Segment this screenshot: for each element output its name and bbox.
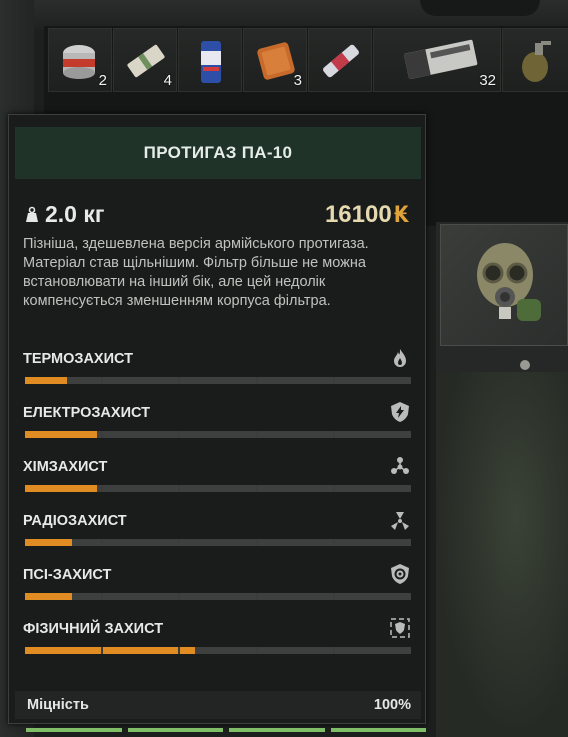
gas-mask-icon: [477, 243, 541, 321]
stat-label: РАДІОЗАХИСТ: [23, 513, 127, 529]
stat-label: ПСІ-ЗАХИСТ: [23, 567, 112, 583]
stat-radiation: РАДІОЗАХИСТ: [23, 512, 411, 553]
ammo-box-icon: [403, 39, 478, 80]
stat-bar: [25, 485, 411, 492]
durability-value: 100%: [373, 697, 411, 713]
stat-bar: [25, 539, 411, 546]
slot-indicator: [520, 360, 530, 370]
stat-bar: [25, 377, 411, 384]
weight-icon: [26, 206, 38, 222]
weight-row: 2.0 кг: [23, 201, 104, 228]
item-title: ПРОТИГАЗ ПА-10: [143, 143, 293, 162]
durability-segment: [127, 728, 223, 732]
tooltip-header: ПРОТИГАЗ ПА-10: [15, 127, 421, 179]
inventory-slot-energy-drink[interactable]: [178, 28, 242, 92]
electric-shield-icon: [391, 402, 409, 422]
stat-electric: ЕЛЕКТРОЗАХИСТ: [23, 402, 411, 445]
item-quantity: 32: [479, 72, 496, 89]
stat-bar: [25, 431, 411, 438]
stat-physical: ФІЗИЧНИЙ ЗАХИСТ: [23, 618, 411, 661]
radiation-icon: [391, 512, 409, 530]
top-ornament: [420, 0, 540, 16]
stat-label: ФІЗИЧНИЙ ЗАХИСТ: [23, 621, 164, 637]
inventory-slot-antirad[interactable]: [308, 28, 372, 92]
stat-label: ХІМЗАХИСТ: [23, 459, 108, 475]
stat-label: ЕЛЕКТРОЗАХИСТ: [23, 405, 150, 421]
item-quantity: 4: [163, 72, 172, 89]
energy-drink-icon: [201, 41, 221, 83]
durability-segment: [229, 728, 325, 732]
grenade-icon: [522, 41, 551, 82]
stat-psi: ПСІ-ЗАХИСТ: [23, 564, 411, 607]
durability-segment: [26, 728, 122, 732]
inventory-slot-grenade[interactable]: [502, 28, 568, 92]
inventory-slot-bread[interactable]: 3: [243, 28, 307, 92]
item-description: Пізніша, здешевлена версія армійського п…: [23, 236, 369, 309]
item-quantity: 2: [98, 72, 107, 89]
chemical-icon: [391, 457, 409, 474]
item-quantity: 3: [293, 72, 302, 89]
equipment-lower-area: [436, 360, 568, 737]
fire-icon: [394, 349, 406, 367]
psi-shield-icon: [391, 564, 409, 584]
weight-value: 2.0 кг: [45, 201, 105, 227]
armor-icon: [390, 618, 410, 638]
inventory-slot-canned-food[interactable]: 2: [48, 28, 112, 92]
durability-label: Міцність: [27, 697, 89, 713]
stat-label: ТЕРМОЗАХИСТ: [23, 351, 133, 367]
durability-row: Міцність 100%: [15, 691, 421, 719]
inventory-slot-bandage[interactable]: 4: [113, 28, 177, 92]
stat-thermal: ТЕРМОЗАХИСТ: [23, 349, 411, 391]
inventory-slot-ammo[interactable]: 32: [373, 28, 501, 92]
equipped-gasmask-slot[interactable]: [440, 224, 568, 346]
item-tooltip: ПРОТИГАЗ ПА-10 2.0 кг 16100 ₭ Пізніша, з…: [8, 114, 426, 724]
stat-chemical: ХІМЗАХИСТ: [23, 457, 411, 499]
durability-bar: [26, 728, 426, 732]
price-value: 16100: [324, 201, 392, 228]
stat-bar: [25, 593, 411, 600]
price-row: 16100 ₭: [325, 201, 409, 229]
currency-icon: ₭: [393, 202, 409, 228]
stat-bar: [25, 647, 411, 654]
syringe-icon: [323, 44, 359, 78]
durability-segment: [330, 728, 426, 732]
